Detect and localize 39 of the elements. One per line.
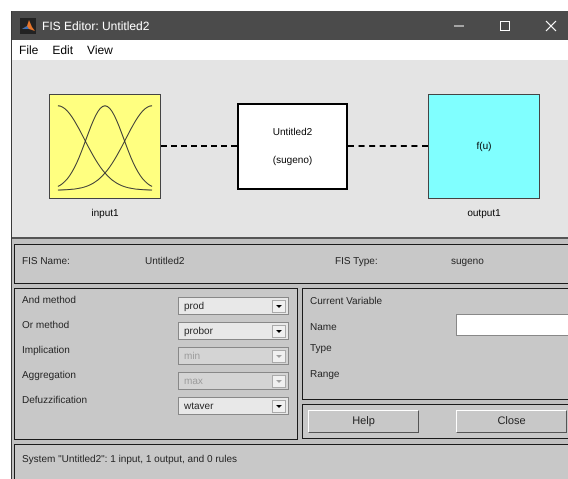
method-label: And method [22,294,76,308]
window-title: FIS Editor: Untitled2 [42,18,150,34]
method-dropdown[interactable]: probor [178,322,289,340]
method-label: Or method [22,319,70,333]
menu-item[interactable]: View [87,41,113,59]
dropdown-value: prod [184,300,204,314]
output-function: f(u) [476,140,492,154]
dialog-button[interactable]: Close [456,410,567,433]
system-name: Untitled2 [272,126,312,140]
dropdown-value: probor [184,324,213,338]
current-variable-title: Current Variable [310,295,384,309]
name-field[interactable] [456,314,568,336]
dropdown-value: wtaver [184,400,214,414]
method-dropdown[interactable]: prod [178,297,289,315]
input-label: input1 [91,207,119,221]
fis-type-label: FIS Type: [335,255,379,269]
method-label: Implication [22,344,70,358]
method-dropdown[interactable]: wtaver [178,397,289,415]
menu-item[interactable]: Edit [52,41,74,59]
system-node[interactable]: Untitled2 (sugeno) [237,103,348,190]
type-label: Type [310,342,333,356]
dialog-button[interactable]: Help [308,410,419,433]
close-icon[interactable] [545,20,557,32]
status-text: System "Untitled2": 1 input, 1 output, and 0 rules [22,454,237,465]
fis-type-value: sugeno [451,255,484,269]
system-type: (sugeno) [272,154,312,168]
fis-name-label: FIS Name: [22,255,71,269]
output-node[interactable]: f(u) [428,94,540,199]
fis-name-value: Untitled2 [145,255,186,269]
output-label: output1 [467,207,501,221]
menu-item[interactable]: File [19,41,38,59]
dropdown-value: min [184,350,200,364]
maximize-icon[interactable] [499,20,511,32]
range-label: Range [310,368,340,382]
method-label: Defuzzification [22,394,88,408]
name-label: Name [310,321,338,335]
method-label: Aggregation [22,369,76,383]
app-logo-icon [20,18,36,34]
dropdown-value: max [184,374,203,388]
